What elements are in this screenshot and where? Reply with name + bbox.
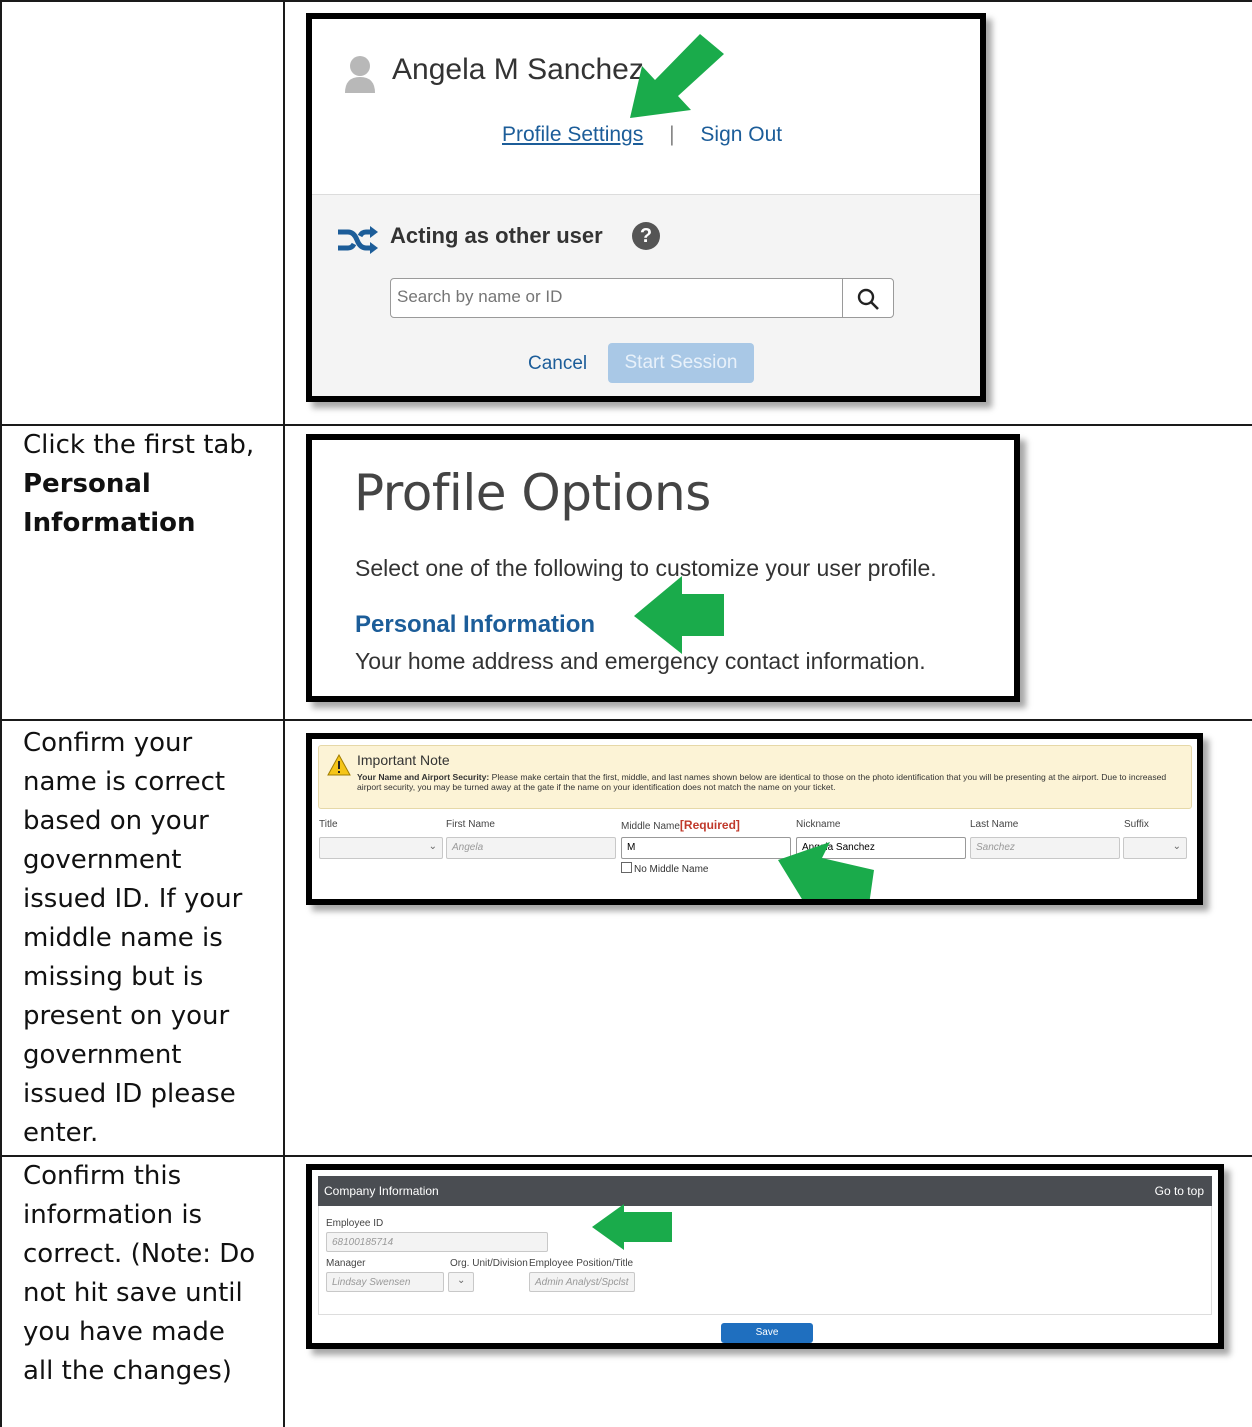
employee-id-field[interactable]: 68100185714 [326, 1232, 548, 1252]
link-separator: | [669, 123, 675, 146]
org-unit-select[interactable]: ⌄ [448, 1272, 474, 1292]
no-middle-name-row: No Middle Name [621, 862, 708, 875]
step-3-instruction: Confirm your name is correct based on yo… [23, 728, 243, 1148]
table-row-divider [0, 719, 1252, 721]
nickname-label: Nickname [796, 819, 841, 830]
no-middle-name-checkbox[interactable] [621, 862, 632, 873]
middle-name-field[interactable]: M [621, 837, 791, 859]
company-info-body: Employee ID 68100185714 Manager Lindsay … [318, 1206, 1212, 1315]
sign-out-link[interactable]: Sign Out [700, 123, 782, 146]
note-body: Your Name and Airport Security: Please m… [357, 772, 1183, 792]
profile-options-screenshot: Profile Options Select one of the follow… [306, 434, 1020, 702]
user-search-input[interactable] [391, 279, 843, 315]
save-button[interactable]: Save [721, 1323, 813, 1343]
search-icon [857, 288, 879, 310]
table-border-top [0, 0, 1252, 2]
title-select[interactable]: ⌄ [319, 837, 443, 859]
last-name-label: Last Name [970, 819, 1019, 830]
shuffle-icon [338, 226, 378, 254]
employee-id-label: Employee ID [326, 1218, 384, 1229]
acting-as-title: Acting as other user [390, 223, 603, 248]
manager-field[interactable]: Lindsay Swensen [326, 1272, 444, 1292]
no-middle-name-label: No Middle Name [634, 864, 709, 875]
table-border-left [0, 0, 2, 1427]
pointer-arrow-icon [778, 842, 874, 899]
start-session-button[interactable]: Start Session [608, 343, 754, 383]
user-search-field [390, 278, 894, 318]
user-avatar-icon [345, 56, 375, 93]
cancel-button[interactable]: Cancel [528, 353, 587, 375]
acting-as-section: Acting as other user ? Cancel Start Sess… [312, 194, 980, 396]
required-marker: [Required] [679, 818, 740, 832]
name-form-screenshot: Important Note Your Name and Airport Sec… [306, 733, 1203, 905]
table-column-divider [283, 0, 285, 1427]
chevron-down-icon: ⌄ [457, 1275, 466, 1286]
page-title: Profile Options [354, 464, 711, 522]
profile-settings-link[interactable]: Profile Settings [502, 123, 643, 146]
search-button[interactable] [842, 279, 893, 317]
middle-name-label-text: Middle Name [621, 821, 680, 832]
step-2-bold: Personal Information [23, 469, 196, 538]
pointer-arrow-icon [630, 34, 724, 118]
company-info-screenshot: Company Information Go to top Employee I… [306, 1164, 1224, 1349]
pointer-arrow-icon [634, 576, 724, 654]
user-name: Angela M Sanchez [392, 53, 644, 86]
go-to-top-link[interactable]: Go to top [1155, 1184, 1204, 1198]
chevron-down-icon: ⌄ [428, 841, 437, 852]
step-2-instruction: Click the first tab, Personal Informatio… [23, 426, 263, 543]
personal-information-link[interactable]: Personal Information [355, 611, 595, 639]
suffix-label: Suffix [1124, 819, 1149, 830]
note-bold: Your Name and Airport Security: [357, 772, 490, 782]
account-links: Profile Settings | Sign Out [502, 123, 782, 147]
note-title: Important Note [357, 752, 450, 768]
chevron-down-icon: ⌄ [1172, 841, 1181, 852]
suffix-select[interactable]: ⌄ [1123, 837, 1187, 859]
middle-name-label: Middle Name[Required] [621, 818, 740, 832]
pointer-arrow-icon [592, 1204, 672, 1250]
company-info-header: Company Information Go to top [318, 1176, 1212, 1206]
profile-menu-screenshot: Angela M Sanchez Profile Settings | Sign… [306, 13, 986, 402]
warning-icon [327, 754, 351, 776]
position-field[interactable]: Admin Analyst/Spclst [529, 1272, 635, 1292]
last-name-field[interactable]: Sanchez [970, 837, 1120, 859]
first-name-label: First Name [446, 819, 495, 830]
position-label: Employee Position/Title [529, 1258, 634, 1269]
help-icon[interactable]: ? [632, 222, 660, 250]
title-label: Title [319, 819, 338, 830]
company-info-title: Company Information [324, 1184, 439, 1198]
step-2-text: Click the first tab, [23, 430, 255, 460]
important-note: Important Note Your Name and Airport Sec… [318, 745, 1192, 809]
step-4-instruction: Confirm this information is correct. (No… [23, 1161, 256, 1386]
org-unit-label: Org. Unit/Division [450, 1258, 528, 1269]
first-name-field[interactable]: Angela [446, 837, 616, 859]
manager-label: Manager [326, 1258, 366, 1269]
